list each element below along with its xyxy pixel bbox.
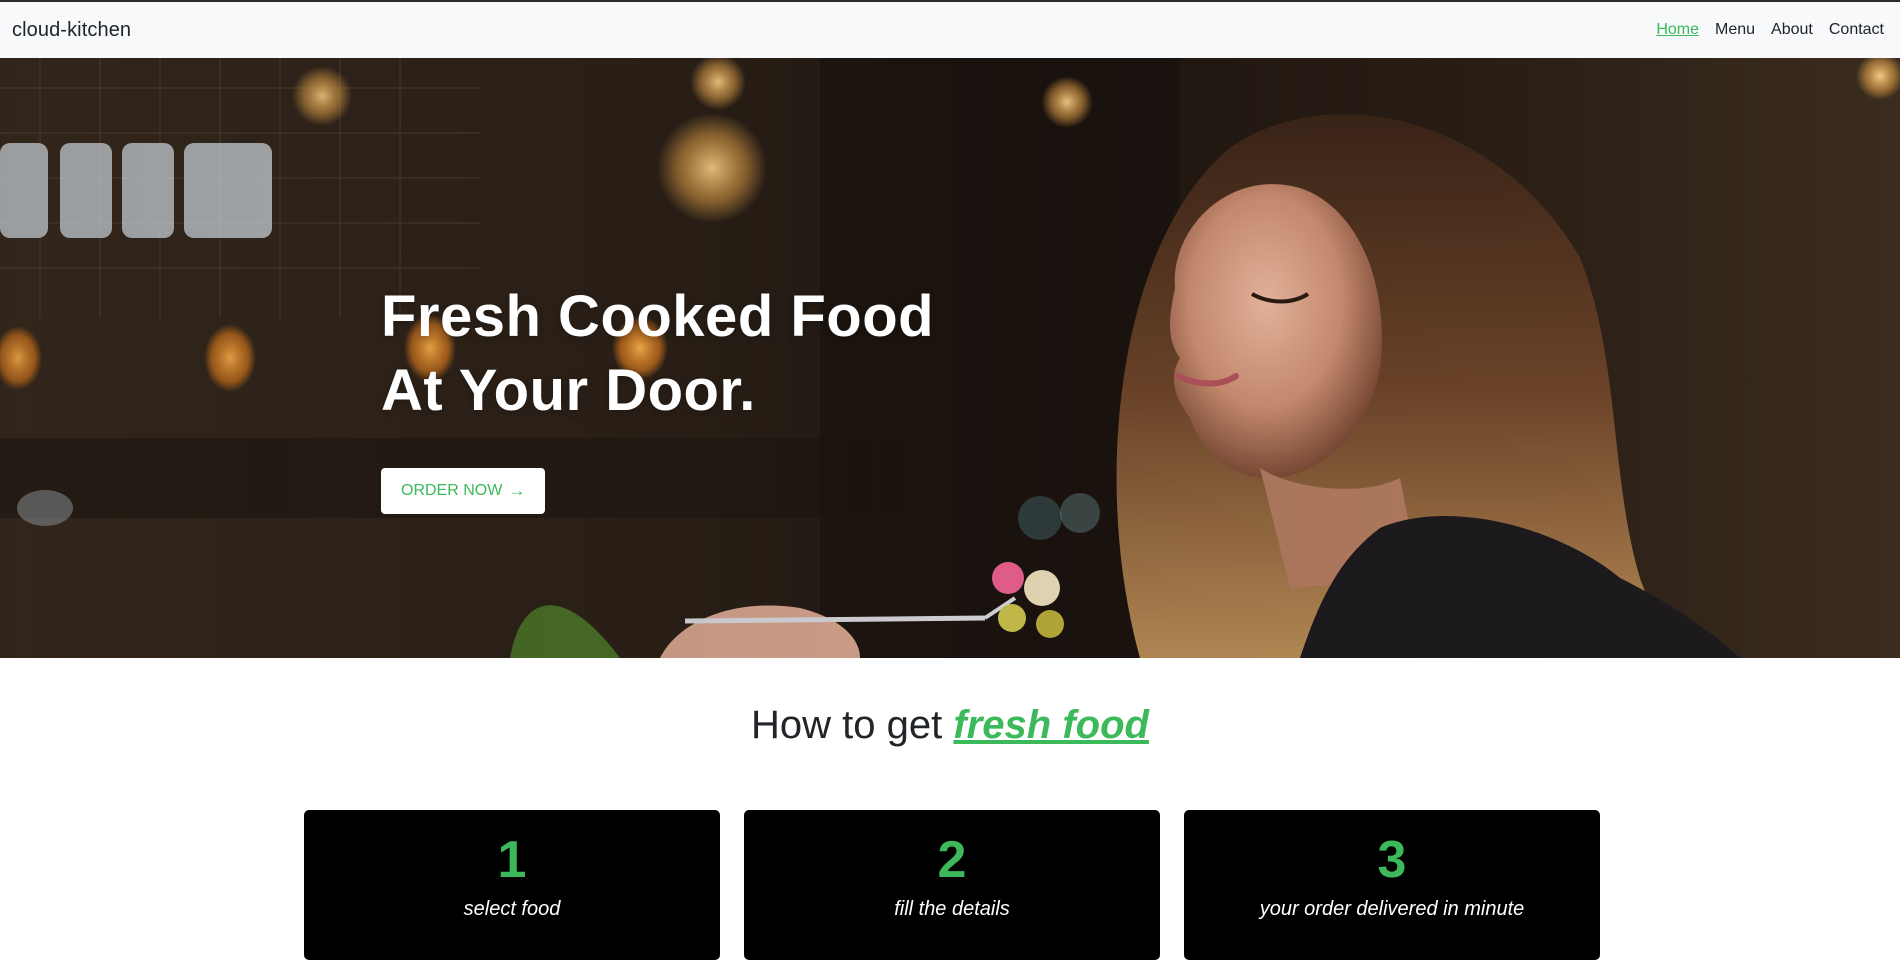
hero-banner: Fresh Cooked Food At Your Door. ORDER NO… <box>0 58 1900 658</box>
step-card: 2 fill the details <box>744 810 1160 960</box>
hero-title-line-2: At Your Door. <box>381 358 756 423</box>
nav-link-home[interactable]: Home <box>1656 21 1699 39</box>
order-now-button[interactable]: ORDER NOW → <box>381 468 546 514</box>
how-to-title-prefix: How to get <box>751 703 943 747</box>
how-to-title-accent: fresh food <box>953 703 1149 747</box>
step-number: 1 <box>497 831 527 889</box>
hero-title-line-1: Fresh Cooked Food <box>381 284 935 349</box>
how-to-title: How to get fresh food <box>0 703 1900 748</box>
step-label: fill the details <box>894 898 1010 920</box>
nav-links: Home Menu About Contact <box>1640 21 1888 39</box>
arrow-right-icon: → <box>508 481 526 500</box>
hero-title: Fresh Cooked Food At Your Door. <box>381 280 1081 428</box>
step-card: 3 your order delivered in minute <box>1184 810 1600 960</box>
hero-content: Fresh Cooked Food At Your Door. ORDER NO… <box>381 280 1081 514</box>
steps-row: 1 select food 2 fill the details 3 your … <box>304 810 1600 960</box>
step-label: your order delivered in minute <box>1259 898 1525 920</box>
nav-link-menu[interactable]: Menu <box>1715 21 1755 39</box>
nav-link-contact[interactable]: Contact <box>1829 21 1884 39</box>
step-number: 2 <box>937 831 967 889</box>
brand-logo[interactable]: cloud-kitchen <box>12 19 131 42</box>
step-card: 1 select food <box>304 810 720 960</box>
order-now-label: ORDER NOW <box>401 482 503 499</box>
nav-link-about[interactable]: About <box>1771 21 1813 39</box>
step-number: 3 <box>1377 831 1407 889</box>
step-label: select food <box>463 898 561 920</box>
navbar: cloud-kitchen Home Menu About Contact <box>0 0 1900 58</box>
